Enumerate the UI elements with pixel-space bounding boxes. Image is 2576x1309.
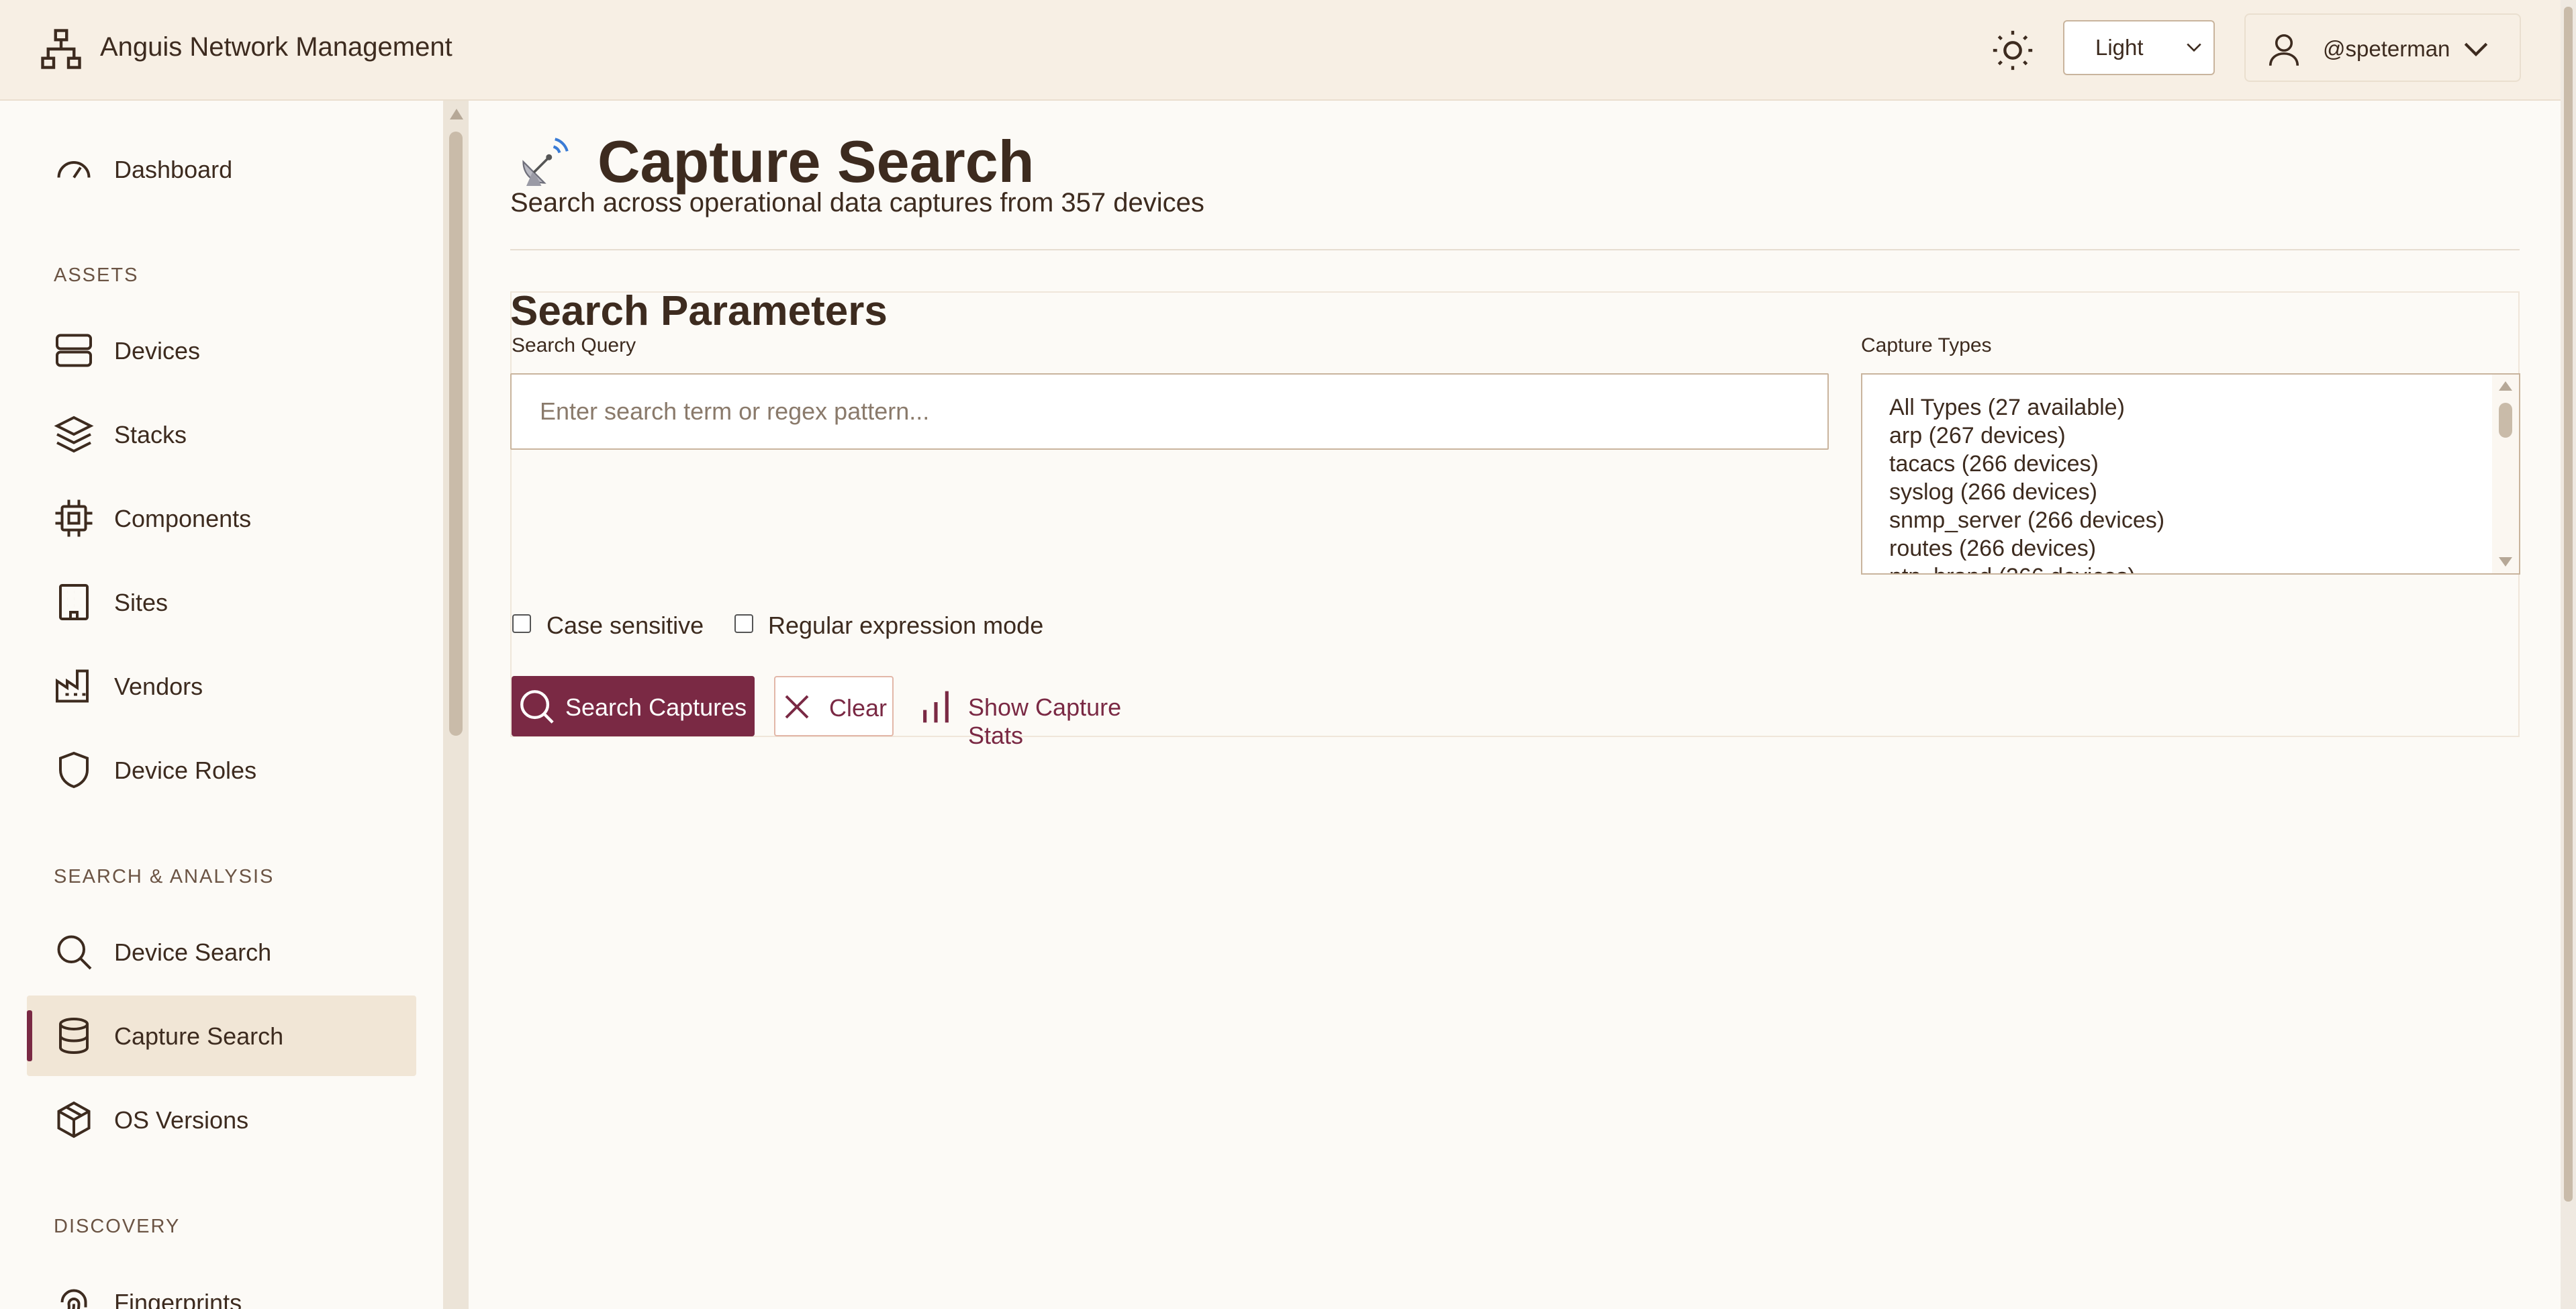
capture-types-scrollbar[interactable] <box>2492 375 2519 573</box>
factory-icon <box>56 669 89 703</box>
user-icon <box>2269 34 2299 66</box>
show-capture-stats-button[interactable]: Show Capture Stats <box>914 676 1183 749</box>
search-parameters-title: Search Parameters <box>510 288 888 334</box>
sidebar-item-fingerprints[interactable]: Fingerprints <box>27 1262 416 1309</box>
capture-type-option[interactable]: arp (267 devices) <box>1889 423 2066 449</box>
regex-mode-label: Regular expression mode <box>768 612 1044 639</box>
sidebar-section-assets: ASSETS <box>54 264 139 286</box>
sidebar-item-label: OS Versions <box>114 1106 249 1134</box>
sidebar-item-label: Fingerprints <box>114 1289 242 1309</box>
sidebar-item-stacks[interactable]: Stacks <box>27 394 416 475</box>
sidebar-item-capture-search[interactable]: Capture Search <box>27 996 416 1076</box>
search-captures-button[interactable]: Search Captures <box>512 676 755 736</box>
shield-icon <box>59 751 89 789</box>
sidebar-section-search-analysis: SEARCH & ANALYSIS <box>54 866 275 887</box>
clear-button[interactable]: Clear <box>774 676 894 736</box>
app-title: Anguis Network Management <box>100 32 452 62</box>
page-scrollbar[interactable] <box>2561 0 2576 1309</box>
sidebar-section-discovery: DISCOVERY <box>54 1216 181 1237</box>
sidebar-item-label: Capture Search <box>114 1022 284 1050</box>
capture-types-scrollbar-thumb[interactable] <box>2499 403 2512 438</box>
theme-select-value: Light <box>2095 35 2144 60</box>
gauge-icon <box>57 161 91 179</box>
user-menu[interactable]: @speterman <box>2244 13 2521 82</box>
header-divider <box>510 249 2520 250</box>
sidebar-item-sites[interactable]: Sites <box>27 562 416 642</box>
sidebar-item-label: Dashboard <box>114 156 233 183</box>
capture-type-option[interactable]: routes (266 devices) <box>1889 536 2096 562</box>
close-icon <box>785 695 809 719</box>
scroll-down-arrow-icon[interactable] <box>2499 557 2512 567</box>
satellite-dish-icon <box>522 138 569 186</box>
show-capture-stats-label: Show Capture Stats <box>968 693 1122 749</box>
cpu-icon <box>55 499 93 537</box>
scroll-up-arrow-icon[interactable] <box>450 109 463 119</box>
search-captures-label: Search Captures <box>565 693 747 721</box>
capture-type-option[interactable]: All Types (27 available) <box>1889 395 2125 421</box>
page-title: Capture Search <box>598 128 1035 195</box>
sidebar-item-os-versions[interactable]: OS Versions <box>27 1079 416 1160</box>
layers-icon <box>54 416 94 453</box>
case-sensitive-checkbox[interactable] <box>512 614 531 633</box>
chevron-down-icon <box>2464 42 2488 56</box>
sidebar-item-devices[interactable]: Devices <box>27 310 416 391</box>
top-header: Anguis Network Management Light @speterm… <box>0 0 2576 101</box>
sidebar-item-label: Device Roles <box>114 757 257 784</box>
capture-type-option[interactable]: ntp_brand (266 devices) <box>1889 564 2136 573</box>
sidebar-item-device-roles[interactable]: Device Roles <box>27 730 416 810</box>
search-query-label: Search Query <box>512 334 636 356</box>
case-sensitive-label: Case sensitive <box>546 612 704 639</box>
search-icon <box>520 690 554 724</box>
sidebar-item-label: Sites <box>114 589 169 616</box>
database-icon <box>59 1018 89 1055</box>
sidebar-item-label: Devices <box>114 337 201 365</box>
sidebar-item-label: Device Search <box>114 938 272 966</box>
bar-chart-icon <box>923 691 949 723</box>
sidebar-item-components[interactable]: Components <box>27 478 416 559</box>
sidebar-scrollbar-thumb[interactable] <box>449 132 463 736</box>
sidebar-item-dashboard[interactable]: Dashboard <box>27 129 416 209</box>
search-input[interactable]: Enter search term or regex pattern... <box>510 373 1829 450</box>
page-subtitle: Search across operational data captures … <box>510 188 1204 217</box>
sidebar-item-vendors[interactable]: Vendors <box>27 646 416 726</box>
sidebar-item-device-search[interactable]: Device Search <box>27 912 416 992</box>
sun-icon[interactable] <box>1989 27 2036 74</box>
sidebar-item-label: Stacks <box>114 421 187 448</box>
clear-label: Clear <box>829 694 888 722</box>
theme-select[interactable]: Light <box>2063 20 2215 75</box>
user-name: @speterman <box>2323 36 2450 61</box>
page-scrollbar-thumb[interactable] <box>2564 7 2573 1202</box>
sidebar: Dashboard ASSETS Devices Stacks Componen… <box>0 101 469 1309</box>
server-icon <box>56 334 92 367</box>
network-icon <box>41 29 81 69</box>
regex-mode-checkbox[interactable] <box>734 614 753 633</box>
search-icon <box>57 935 92 970</box>
capture-types-select[interactable]: All Types (27 available) arp (267 device… <box>1861 373 2520 575</box>
capture-type-option[interactable]: tacacs (266 devices) <box>1889 451 2099 477</box>
chevron-down-icon <box>2187 43 2201 52</box>
fingerprint-icon <box>60 1289 87 1309</box>
building-icon <box>59 584 89 620</box>
search-input-placeholder: Enter search term or regex pattern... <box>540 397 930 425</box>
capture-type-option[interactable]: snmp_server (266 devices) <box>1889 507 2164 534</box>
sidebar-item-label: Components <box>114 505 252 532</box>
capture-types-label: Capture Types <box>1861 334 1992 356</box>
sidebar-scrollbar[interactable] <box>443 101 469 1309</box>
scroll-up-arrow-icon[interactable] <box>2499 381 2512 391</box>
capture-type-option[interactable]: syslog (266 devices) <box>1889 479 2097 505</box>
package-icon <box>57 1101 91 1138</box>
sidebar-item-label: Vendors <box>114 673 203 700</box>
